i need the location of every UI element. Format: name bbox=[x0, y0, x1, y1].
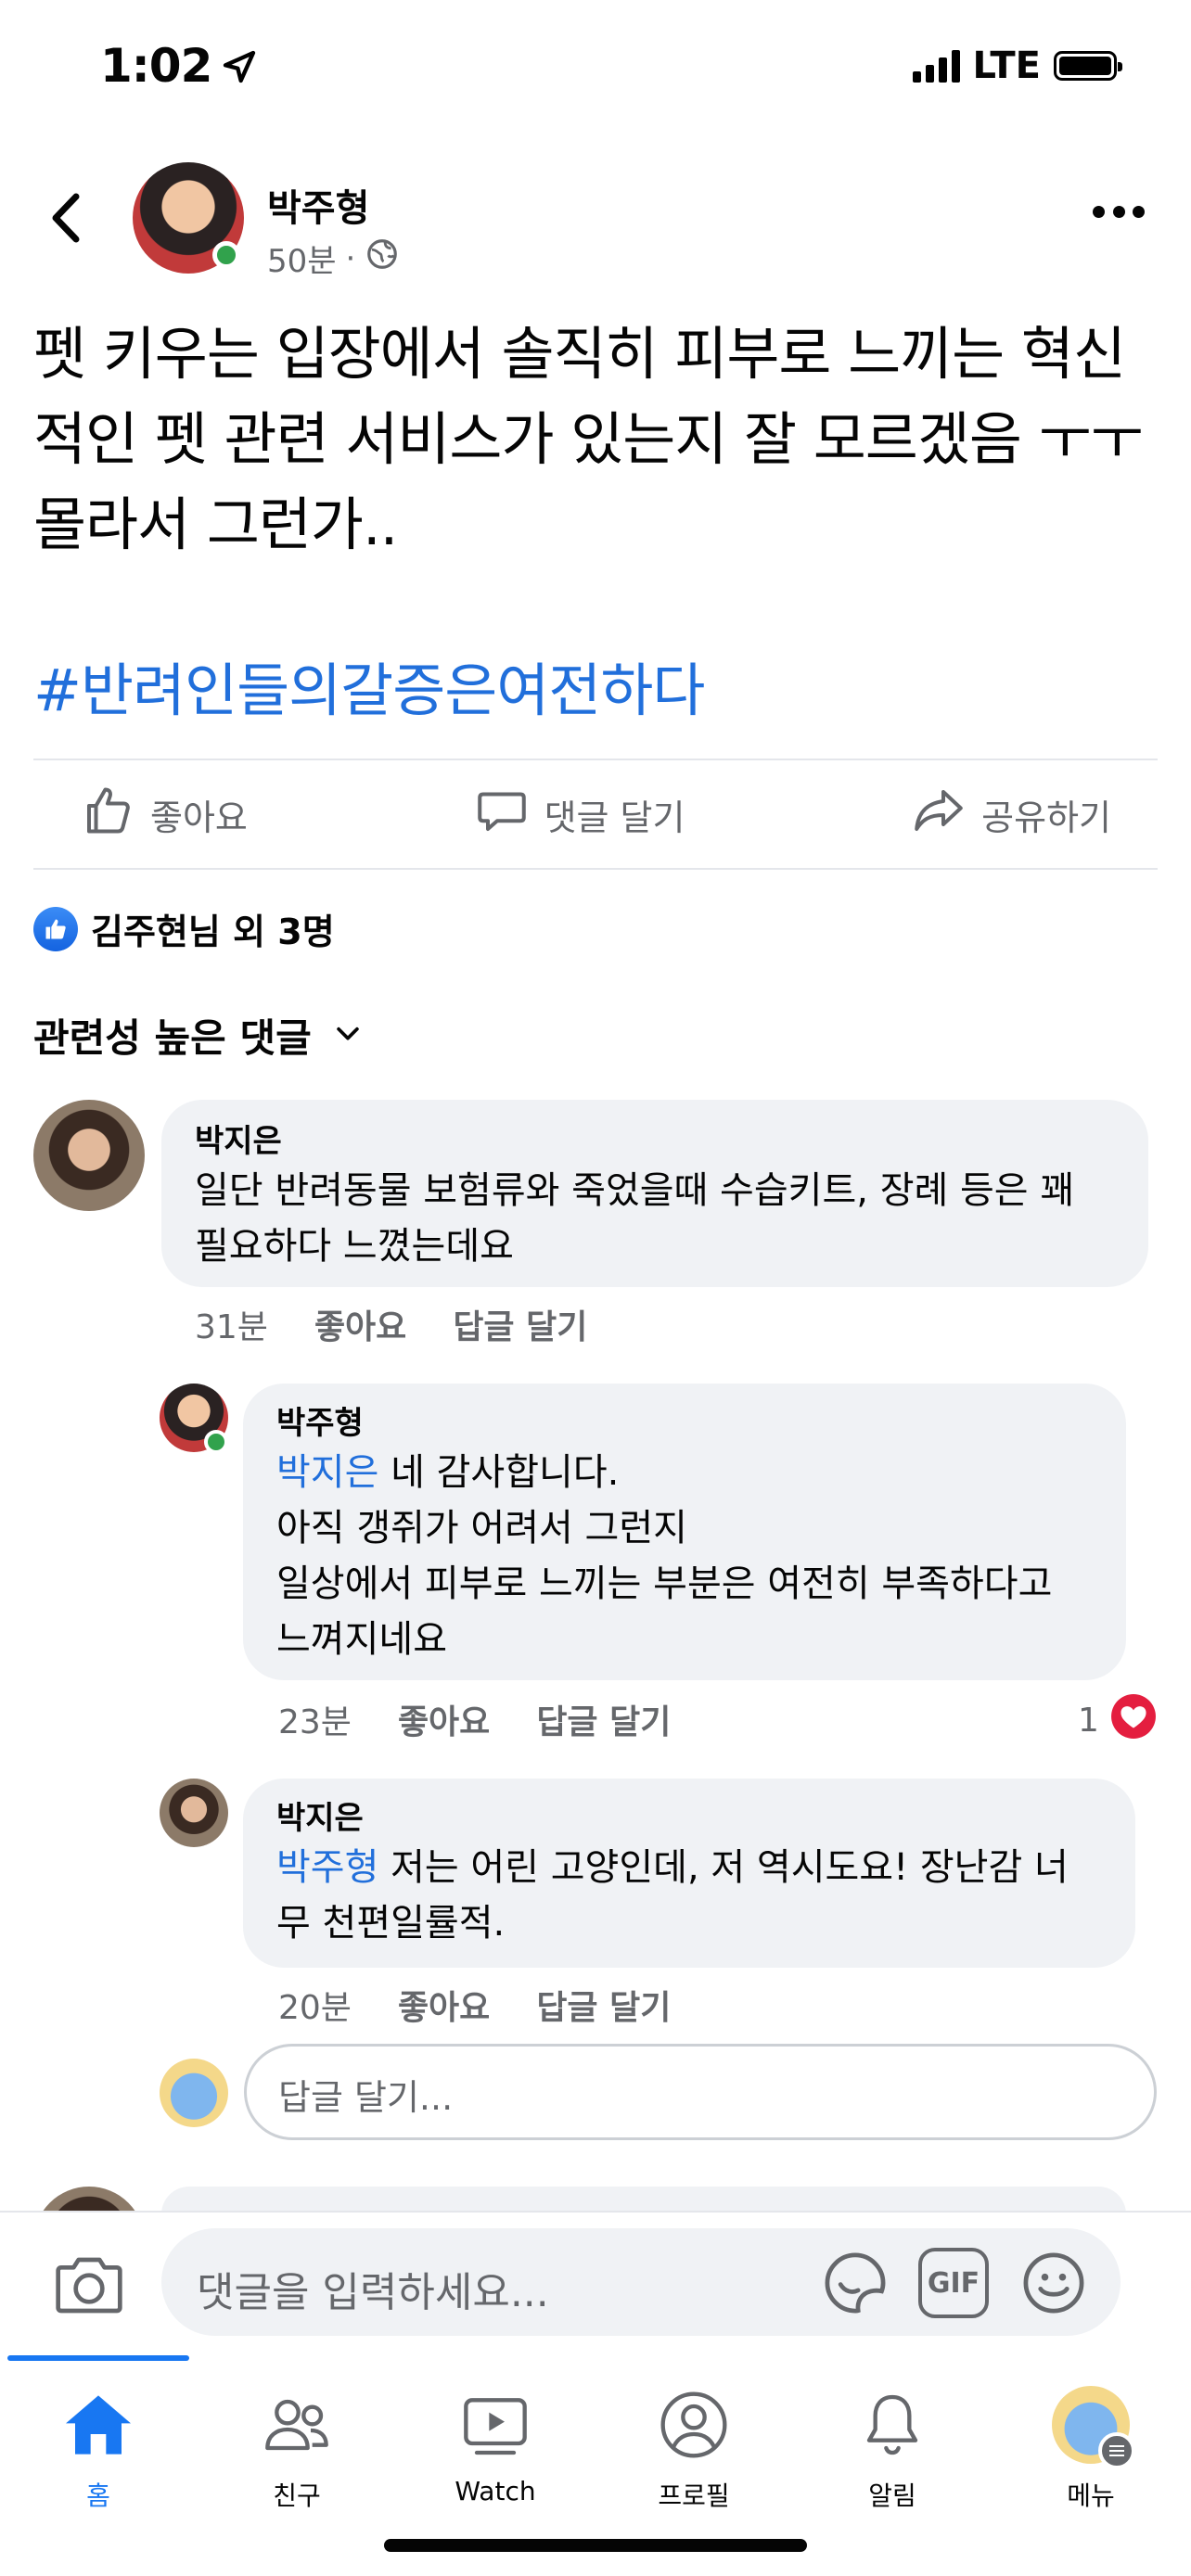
profile-icon bbox=[601, 2374, 787, 2476]
reply-text-line3: 일상에서 피부로 느끼는 부분은 여전히 부족하다고 bbox=[276, 1562, 1053, 1605]
comment-label: 댓글 달기 bbox=[544, 797, 685, 838]
tab-label: 알림 bbox=[868, 2480, 916, 2511]
more-options-icon[interactable] bbox=[1093, 206, 1145, 221]
meta-separator: · bbox=[345, 239, 356, 277]
post-meta: 50분 · bbox=[267, 236, 400, 281]
reply-bubble: 박주형 박지은 네 감사합니다. 아직 갱쥐가 어려서 그런지 일상에서 피부로… bbox=[243, 1384, 1126, 1680]
friends-icon bbox=[204, 2374, 390, 2476]
reply-reply-button[interactable]: 답글 달기 bbox=[536, 1981, 671, 2029]
likes-summary[interactable]: 김주현님 외 3명 bbox=[33, 903, 335, 954]
tab-menu[interactable]: 메뉴 bbox=[998, 2374, 1184, 2513]
active-tab-indicator bbox=[7, 2355, 189, 2361]
reply-time: 20분 bbox=[278, 1989, 352, 2027]
home-indicator bbox=[384, 2539, 807, 2552]
tab-label: 메뉴 bbox=[1067, 2480, 1115, 2511]
reply-text-line1: 박지은 네 감사합니다. bbox=[276, 1445, 1093, 1500]
reply-input-placeholder: 답글 달기... bbox=[278, 2077, 454, 2118]
camera-icon[interactable] bbox=[52, 2248, 126, 2322]
signal-icon bbox=[912, 49, 960, 83]
reply-text-line4: 느껴지네요 bbox=[276, 1618, 447, 1661]
emoji-icon[interactable] bbox=[1018, 2248, 1089, 2322]
reply-author[interactable]: 박지은 bbox=[276, 1797, 1102, 1840]
tab-notifications[interactable]: 알림 bbox=[800, 2374, 985, 2513]
post-time: 50분 bbox=[267, 243, 337, 280]
comment-reply-button[interactable]: 답글 달기 bbox=[453, 1300, 587, 1348]
mention-link[interactable]: 박주형 bbox=[276, 1846, 378, 1889]
post-action-bar: 좋아요 댓글 달기 공유하기 bbox=[33, 760, 1158, 868]
post-hashtag[interactable]: #반려인들의갈증은여전하다 bbox=[33, 644, 705, 727]
reply-reply-button[interactable]: 답글 달기 bbox=[536, 1695, 671, 1743]
reply-like-button[interactable]: 좋아요 bbox=[398, 1695, 490, 1743]
reply-meta: 23분 좋아요 답글 달기 bbox=[278, 1695, 671, 1743]
battery-icon bbox=[1054, 51, 1122, 81]
reply-like-button[interactable]: 좋아요 bbox=[398, 1981, 490, 2029]
comment-button[interactable]: 댓글 달기 bbox=[428, 783, 732, 847]
menu-avatar-icon bbox=[998, 2374, 1184, 2476]
tab-profile[interactable]: 프로필 bbox=[601, 2374, 787, 2513]
comment-time: 31분 bbox=[195, 1308, 268, 1346]
commenter-avatar[interactable] bbox=[33, 1100, 145, 1211]
network-label: LTE bbox=[972, 45, 1041, 87]
back-icon[interactable] bbox=[43, 185, 89, 250]
reply-avatar[interactable] bbox=[160, 1779, 228, 1847]
location-arrow-icon bbox=[221, 43, 258, 96]
heart-reaction-icon bbox=[1110, 1693, 1157, 1748]
status-indicators: LTE bbox=[912, 45, 1122, 87]
thumbs-up-icon bbox=[80, 783, 135, 847]
bell-icon bbox=[800, 2374, 985, 2476]
reply-input[interactable]: 답글 달기... bbox=[244, 2044, 1157, 2140]
tab-watch[interactable]: Watch bbox=[403, 2374, 588, 2506]
reply-text: 저는 어린 고양인데, 저 역시도요! 장난감 너 bbox=[378, 1846, 1069, 1889]
watch-icon bbox=[403, 2374, 588, 2476]
post-body: 펫 키우는 입장에서 솔직히 피부로 느끼는 혁신적인 펫 관련 서비스가 있는… bbox=[33, 320, 1144, 558]
reply-text-line2: 무 천편일률적. bbox=[276, 1902, 506, 1945]
comment-meta: 31분 좋아요 답글 달기 bbox=[195, 1300, 587, 1348]
gif-button[interactable]: GIF bbox=[918, 2248, 989, 2318]
likes-summary-text: 김주현님 외 3명 bbox=[91, 912, 335, 952]
reply-text-line1: 박주형 저는 어린 고양인데, 저 역시도요! 장난감 너 bbox=[276, 1840, 1102, 1895]
tab-label: 홈 bbox=[86, 2480, 110, 2511]
tab-friends[interactable]: 친구 bbox=[204, 2374, 390, 2513]
comment-sort-label: 관련성 높은 댓글 bbox=[33, 1015, 312, 1061]
like-button[interactable]: 좋아요 bbox=[33, 783, 294, 847]
like-reaction-icon bbox=[33, 906, 78, 951]
reaction-count: 1 bbox=[1078, 1702, 1099, 1740]
home-icon bbox=[6, 2374, 191, 2476]
current-user-avatar bbox=[160, 2059, 228, 2127]
comment-bubble: 박지은 일단 반려동물 보험류와 죽었을때 수습키트, 장례 등은 꽤 필요하다… bbox=[161, 1100, 1148, 1287]
comment-text: 일단 반려동물 보험류와 죽었을때 수습키트, 장례 등은 꽤 필요하다 느꼈는… bbox=[195, 1169, 1075, 1268]
status-time-text: 1:02 bbox=[100, 39, 212, 93]
comment-input-placeholder: 댓글을 입력하세요... bbox=[197, 2269, 549, 2316]
online-status-dot bbox=[204, 1430, 228, 1454]
mention-link[interactable]: 박지은 bbox=[276, 1451, 378, 1494]
reaction-summary[interactable]: 1 bbox=[1078, 1693, 1157, 1748]
divider-bottom bbox=[33, 868, 1158, 870]
tab-label: 프로필 bbox=[658, 2480, 730, 2511]
comment-like-button[interactable]: 좋아요 bbox=[314, 1300, 406, 1348]
reply-text-line2: 아직 갱쥐가 어려서 그런지 bbox=[276, 1507, 687, 1549]
comment-author[interactable]: 박지은 bbox=[195, 1120, 1115, 1163]
share-label: 공유하기 bbox=[981, 797, 1111, 838]
chevron-down-icon bbox=[332, 1013, 364, 1058]
comment-bubble-icon bbox=[474, 783, 530, 847]
gif-label: GIF bbox=[927, 2266, 980, 2300]
reply-text: 네 감사합니다. bbox=[378, 1451, 620, 1494]
status-time: 1:02 bbox=[100, 39, 258, 96]
globe-icon bbox=[365, 236, 400, 280]
share-button[interactable]: 공유하기 bbox=[864, 783, 1158, 847]
tab-label: Watch bbox=[455, 2476, 536, 2506]
author-name[interactable]: 박주형 bbox=[267, 178, 369, 232]
like-label: 좋아요 bbox=[150, 797, 248, 838]
tab-home[interactable]: 홈 bbox=[6, 2374, 191, 2513]
comment-sort-dropdown[interactable]: 관련성 높은 댓글 bbox=[33, 1007, 364, 1064]
reply-meta: 20분 좋아요 답글 달기 bbox=[278, 1981, 671, 2029]
sticker-icon[interactable] bbox=[820, 2248, 890, 2322]
reply-time: 23분 bbox=[278, 1703, 352, 1741]
share-arrow-icon bbox=[911, 783, 967, 847]
tab-label: 친구 bbox=[273, 2480, 321, 2511]
reply-bubble: 박지은 박주형 저는 어린 고양인데, 저 역시도요! 장난감 너 무 천편일률… bbox=[243, 1779, 1135, 1968]
hamburger-icon bbox=[1098, 2432, 1135, 2469]
reply-author[interactable]: 박주형 bbox=[276, 1402, 1093, 1445]
online-status-dot bbox=[212, 241, 240, 269]
